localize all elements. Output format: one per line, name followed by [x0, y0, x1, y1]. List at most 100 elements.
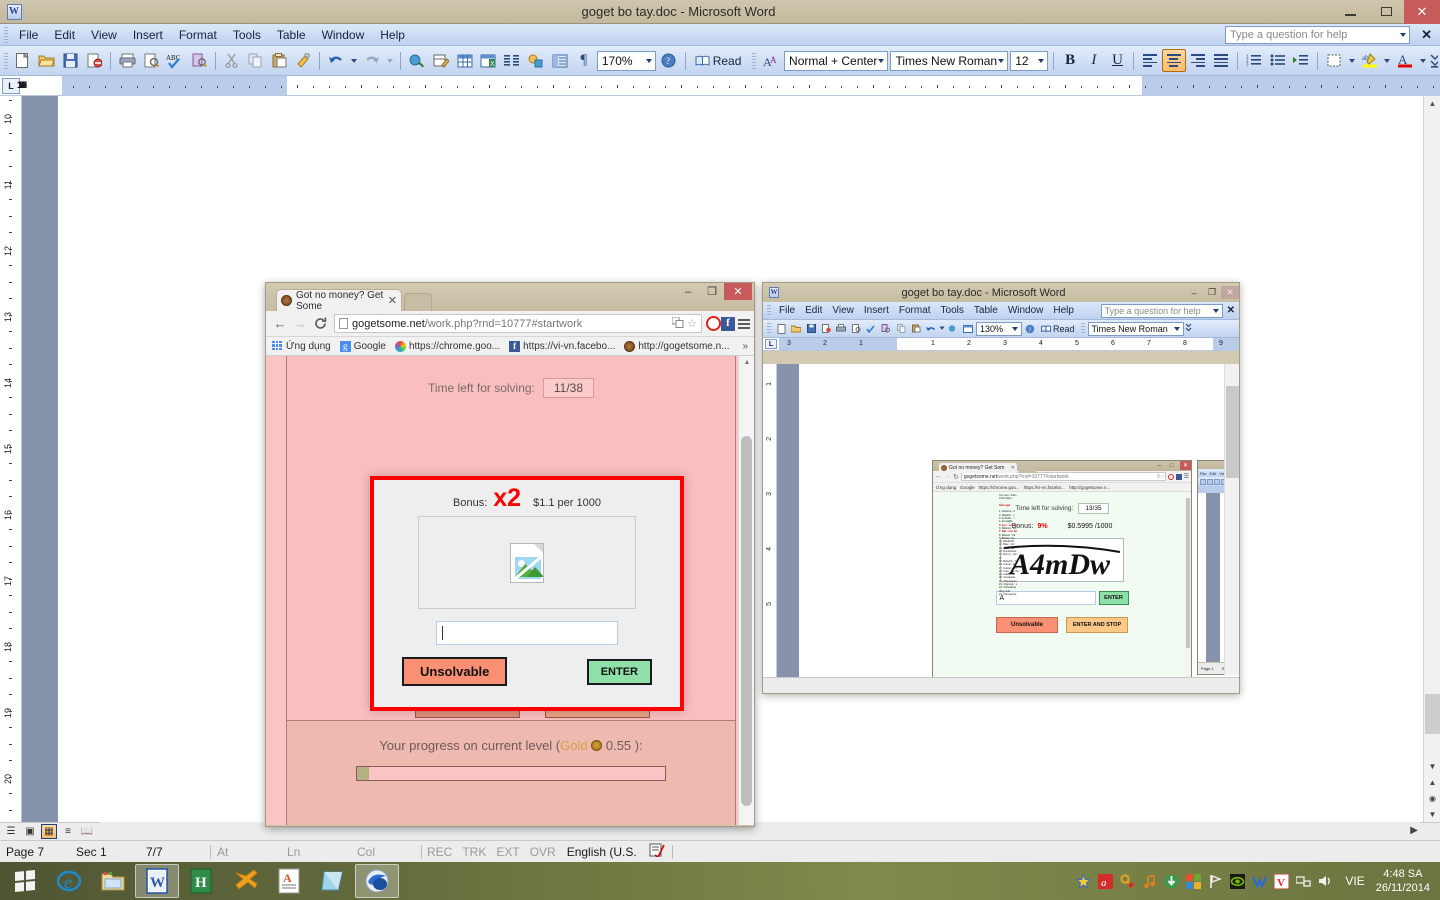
- underline-button[interactable]: U: [1106, 49, 1130, 72]
- tab-close-icon[interactable]: ✕: [388, 294, 397, 307]
- bookmark-facebook[interactable]: f https://vi-vn.facebo...: [509, 340, 615, 352]
- toolbar-overflow-icon[interactable]: [1429, 49, 1439, 72]
- web-layout-view-icon[interactable]: ▣: [22, 824, 38, 839]
- status-ovr[interactable]: OVR: [525, 845, 561, 859]
- captcha-input[interactable]: [436, 621, 618, 645]
- window-restore-button[interactable]: [1368, 0, 1404, 24]
- align-right-button[interactable]: [1186, 49, 1210, 72]
- file-explorer-icon[interactable]: [91, 864, 135, 898]
- open-folder-icon[interactable]: [36, 49, 58, 72]
- document-vertical-scrollbar[interactable]: ▲ ▼ ▲ ◉ ▼: [1423, 96, 1440, 822]
- browser-tab-active[interactable]: Got no money? Get Some ✕: [276, 289, 402, 311]
- word2-horizontal-ruler[interactable]: L 321123456789: [763, 338, 1239, 351]
- chevron-down-icon[interactable]: [878, 58, 885, 63]
- normal-view-icon[interactable]: ☰: [3, 824, 19, 839]
- nvidia-icon[interactable]: [1229, 873, 1246, 890]
- show-formatting-icon[interactable]: ¶: [573, 49, 595, 72]
- word2-menu-file[interactable]: File: [774, 305, 800, 316]
- scroll-down-icon[interactable]: ▼: [1424, 758, 1440, 774]
- word2-close-doc-button[interactable]: ✕: [1223, 305, 1239, 316]
- network-icon[interactable]: [1295, 873, 1312, 890]
- save-icon[interactable]: [60, 49, 82, 72]
- numbered-list-button[interactable]: 123: [1242, 49, 1266, 72]
- word2-menu-tools[interactable]: Tools: [936, 305, 969, 316]
- chevron-down-icon[interactable]: [1173, 326, 1180, 331]
- select-browse-object-icon[interactable]: ◉: [1424, 790, 1440, 806]
- word-window-secondary[interactable]: W goget bo tay.doc - Microsoft Word – ❐ …: [762, 282, 1240, 694]
- menu-window[interactable]: Window: [314, 26, 373, 44]
- paste-icon[interactable]: [268, 49, 290, 72]
- highlight-dropdown-icon[interactable]: [1382, 49, 1392, 72]
- language-indicator[interactable]: VIE: [1339, 874, 1370, 888]
- font-combo[interactable]: Times New Roman: [890, 50, 1009, 71]
- toolbar-grip-formatting[interactable]: [752, 52, 757, 69]
- key-icon[interactable]: [1119, 873, 1136, 890]
- idm-icon[interactable]: [1163, 873, 1180, 890]
- previous-page-icon[interactable]: ▲: [1424, 774, 1440, 790]
- font-size-combo[interactable]: 12: [1010, 50, 1049, 71]
- chevron-down-icon[interactable]: [1012, 326, 1018, 331]
- translate-icon[interactable]: [671, 316, 684, 331]
- permission-icon[interactable]: [83, 49, 105, 72]
- borders-button[interactable]: [1322, 49, 1346, 72]
- word2-vertical-ruler[interactable]: 12345: [763, 364, 777, 693]
- word2-menu-table[interactable]: Table: [969, 305, 1003, 316]
- styles-and-formatting-icon[interactable]: AA: [760, 49, 782, 72]
- bookmark-gogetsome[interactable]: http://gogetsome.n...: [624, 340, 730, 352]
- print-icon[interactable]: [116, 49, 138, 72]
- address-bar[interactable]: gogetsome.net /work.php?rnd=10777#startw…: [334, 314, 702, 333]
- notepad-plus-icon[interactable]: [311, 864, 355, 898]
- menu-edit[interactable]: Edit: [46, 26, 83, 44]
- status-ext[interactable]: EXT: [491, 845, 524, 859]
- style-combo[interactable]: Normal + Center: [784, 50, 889, 71]
- scroll-right-icon[interactable]: ▶: [1410, 825, 1418, 836]
- word2-document-page[interactable]: Got no money? Get Som ✕ – □ ✕ ← → ↻ goge…: [799, 364, 1239, 693]
- table-draw-icon[interactable]: [430, 49, 452, 72]
- research-icon[interactable]: [188, 49, 210, 72]
- toolbar-grip-standard[interactable]: [4, 52, 8, 69]
- menu-grip[interactable]: [4, 26, 8, 43]
- status-rec[interactable]: REC: [422, 845, 457, 859]
- columns-icon[interactable]: [501, 49, 523, 72]
- forward-icon[interactable]: →: [290, 314, 310, 334]
- read-button[interactable]: Read: [690, 50, 747, 72]
- save-icon[interactable]: [804, 322, 818, 336]
- reload-icon[interactable]: [310, 314, 330, 334]
- word2-maximize-button[interactable]: ❐: [1203, 286, 1221, 299]
- highlight-button[interactable]: ab: [1358, 49, 1382, 72]
- unikey-icon[interactable]: H: [179, 864, 223, 898]
- word2-read-button[interactable]: Read: [1038, 324, 1078, 334]
- word2-close-button[interactable]: ✕: [1221, 286, 1239, 299]
- menu-insert[interactable]: Insert: [125, 26, 171, 44]
- word2-help-input[interactable]: Type a question for help: [1100, 303, 1223, 318]
- status-language[interactable]: English (U.S.: [561, 845, 643, 859]
- page-info-icon[interactable]: [339, 318, 348, 329]
- menu-format[interactable]: Format: [171, 26, 225, 44]
- chevron-down-icon[interactable]: [1038, 58, 1045, 63]
- paste-icon[interactable]: [909, 322, 923, 336]
- undo-dropdown-icon[interactable]: [939, 322, 945, 336]
- chrome-viewport[interactable]: Time left for solving: 11/38 STOP Bonus:…: [266, 356, 754, 825]
- opera-extension-icon[interactable]: [706, 316, 721, 331]
- toolbar-overflow-icon[interactable]: [1185, 322, 1192, 336]
- toolbar-grip[interactable]: [767, 322, 771, 335]
- format-painter-icon[interactable]: [292, 49, 314, 72]
- chrome-maximize-button[interactable]: ❐: [700, 283, 724, 300]
- office-icon[interactable]: [1185, 873, 1202, 890]
- word2-document-canvas[interactable]: 12345 Got no money? Get Som ✕ – □ ✕ ← → …: [763, 364, 1239, 693]
- undo-icon[interactable]: [924, 322, 938, 336]
- window-close-button[interactable]: ✕: [1404, 0, 1440, 24]
- web-page-body[interactable]: Time left for solving: 11/38 STOP Bonus:…: [286, 356, 736, 825]
- open-folder-icon[interactable]: [789, 322, 803, 336]
- drawing-icon[interactable]: [525, 49, 547, 72]
- menu-view[interactable]: View: [83, 26, 125, 44]
- bookmark-apps[interactable]: Ứng dụng: [272, 340, 331, 352]
- antivirus-icon[interactable]: [1251, 873, 1268, 890]
- chevron-down-icon[interactable]: [1212, 308, 1219, 313]
- menu-grip[interactable]: [767, 304, 771, 317]
- align-center-button[interactable]: [1161, 49, 1186, 72]
- chrome-menu-icon[interactable]: [738, 318, 750, 329]
- help-icon[interactable]: ?: [658, 49, 680, 72]
- tab-stop-selector[interactable]: L: [765, 339, 777, 349]
- chrome-minimize-button[interactable]: –: [676, 283, 700, 300]
